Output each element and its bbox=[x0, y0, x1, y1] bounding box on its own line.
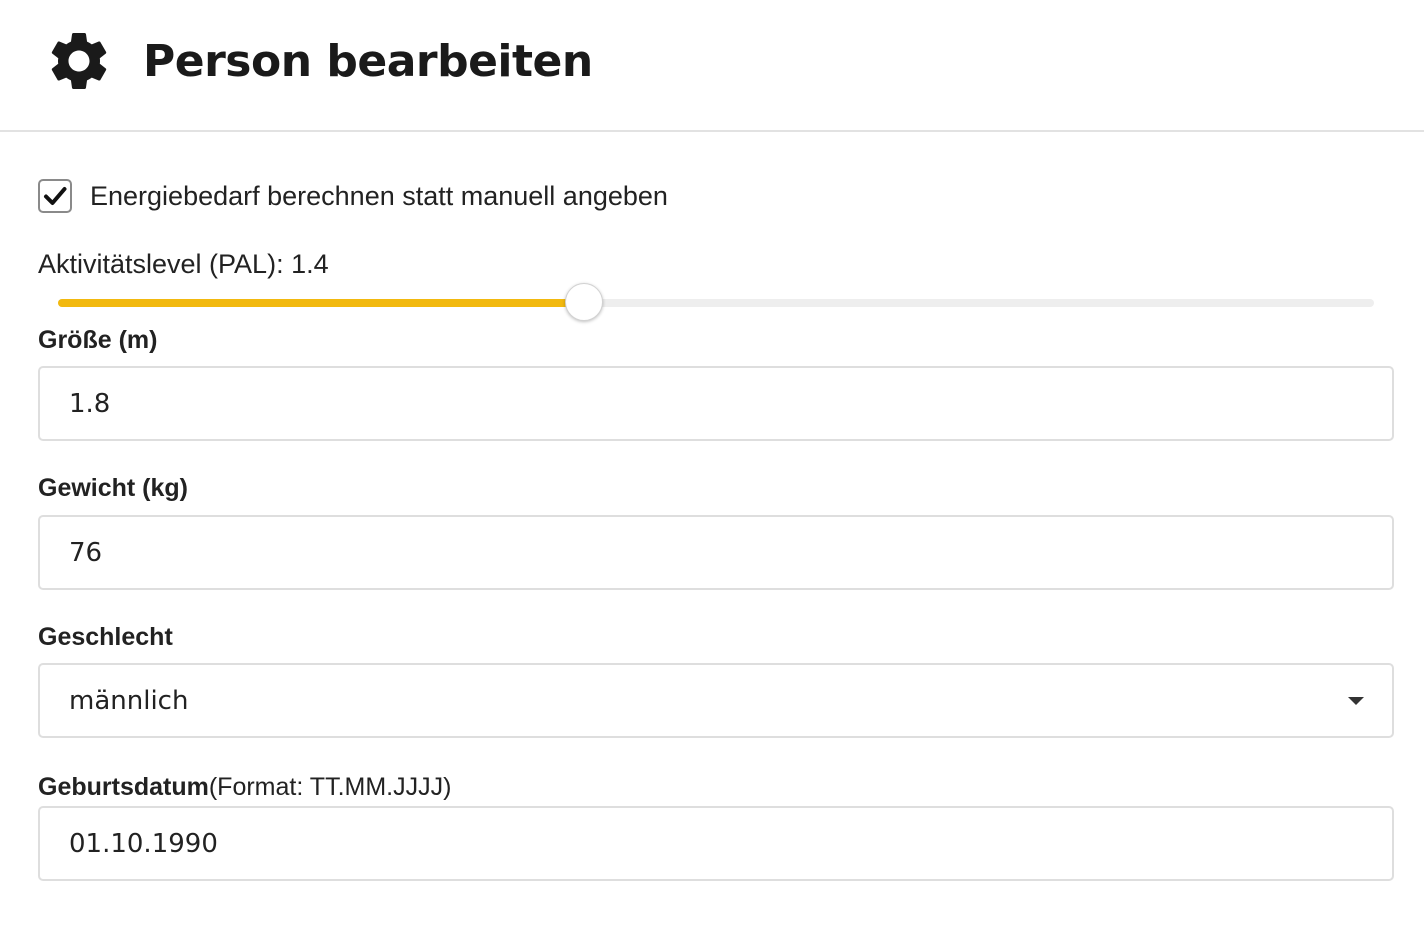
chevron-down-icon bbox=[1348, 697, 1364, 705]
activity-level-label: Aktivitätslevel (PAL): 1.4 bbox=[38, 249, 329, 279]
energy-calc-checkbox[interactable] bbox=[38, 179, 72, 213]
energy-calc-label[interactable]: Energiebedarf berechnen statt manuell an… bbox=[90, 180, 668, 212]
birthdate-label-text: Geburtsdatum bbox=[38, 773, 209, 801]
slider-fill bbox=[58, 299, 585, 307]
gender-select[interactable]: männlich bbox=[38, 663, 1394, 738]
birthdate-input[interactable]: 01.10.1990 bbox=[38, 806, 1394, 881]
gender-label: Geschlecht bbox=[38, 623, 173, 651]
page-header: Person bearbeiten bbox=[0, 0, 1424, 132]
height-value: 1.8 bbox=[69, 389, 111, 419]
birthdate-format-hint: (Format: TT.MM.JJJJ) bbox=[208, 773, 452, 801]
activity-level-slider[interactable] bbox=[58, 283, 1374, 321]
birthdate-label: Geburtsdatum(Format: TT.MM.JJJJ) bbox=[38, 772, 451, 802]
height-label: Größe (m) bbox=[38, 326, 158, 354]
gender-value: männlich bbox=[69, 686, 189, 716]
page-title: Person bearbeiten bbox=[143, 36, 593, 87]
checkmark-icon bbox=[44, 187, 67, 205]
weight-value: 76 bbox=[69, 538, 103, 568]
weight-label: Gewicht (kg) bbox=[38, 474, 189, 502]
birthdate-value: 01.10.1990 bbox=[69, 829, 218, 859]
height-input[interactable]: 1.8 bbox=[38, 366, 1394, 441]
weight-input[interactable]: 76 bbox=[38, 515, 1394, 590]
slider-thumb[interactable] bbox=[565, 283, 604, 321]
gear-icon bbox=[51, 33, 107, 89]
